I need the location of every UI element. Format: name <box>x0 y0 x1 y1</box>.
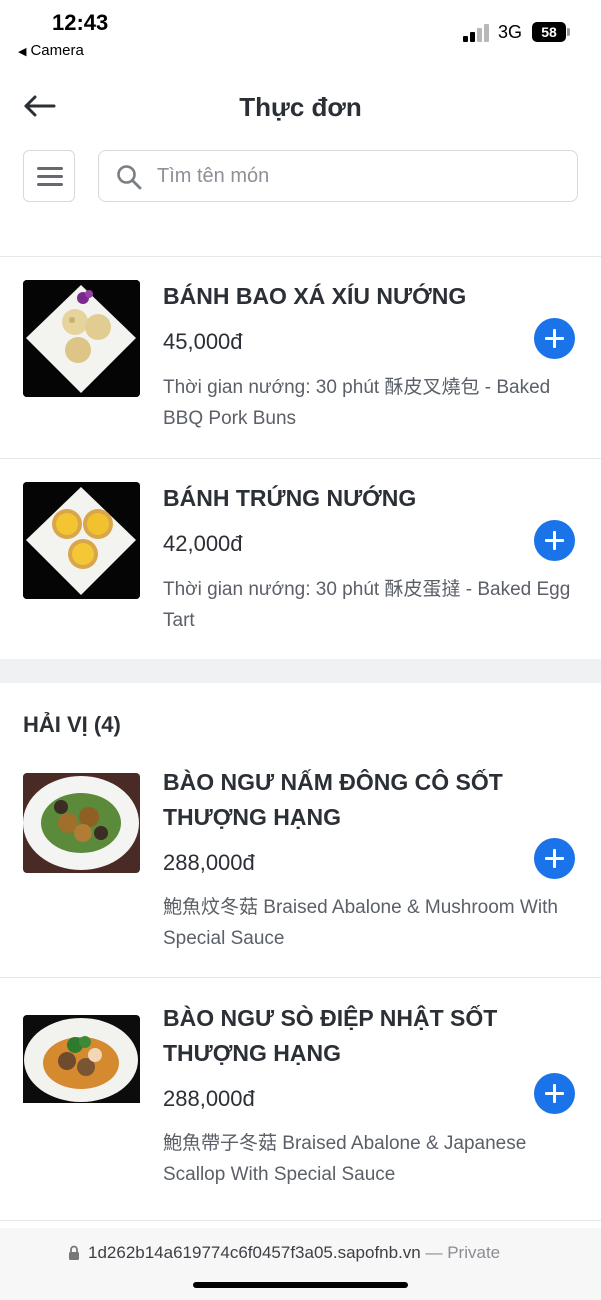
status-time: 12:43 <box>52 10 109 35</box>
back-triangle-icon: ◀ <box>18 46 27 58</box>
dish-name: BÁNH BAO XÁ XÍU NƯỚNG <box>163 283 467 309</box>
add-to-cart-button[interactable] <box>534 318 575 359</box>
dish-name: BÀO NGƯ NẤM ĐÔNG CÔ SỐT THƯỢNG HẠNG <box>163 769 503 830</box>
search-box[interactable] <box>98 150 578 202</box>
menu-item[interactable]: BÀO NGƯ SÒ ĐIỆP NHẬT SỐT THƯỢNG HẠNG 288… <box>0 978 601 1218</box>
dish-price: 288,000đ <box>163 850 255 875</box>
page-title: Thực đơn <box>239 92 362 122</box>
lock-icon <box>69 1245 79 1260</box>
add-to-cart-button[interactable] <box>534 838 575 879</box>
section-separator <box>0 659 601 683</box>
dish-description: Thời gian nướng: 30 phút 酥皮蛋撻 - Baked Eg… <box>163 579 571 631</box>
menu-item[interactable]: BÁNH BAO XÁ XÍU NƯỚNG 45,000đ Thời gian … <box>0 257 601 457</box>
dish-description: 鮑魚炆冬菇 Braised Abalone & Mushroom With Sp… <box>163 897 558 949</box>
url-domain: 1d262b14a619774c6f0457f3a05.sapofnb.vn <box>88 1243 421 1262</box>
app-header: Thực đơn <box>0 80 601 136</box>
dish-name: BÁNH TRỨNG NƯỚNG <box>163 485 417 511</box>
battery-level: 58 <box>541 24 557 40</box>
status-bar: 12:43 ◀ Camera 3G 58 <box>0 0 601 70</box>
section-title: HẢI VỊ (4) <box>23 712 121 737</box>
dish-image-egg-tart[interactable] <box>23 482 140 599</box>
dish-description: Thời gian nướng: 30 phút 酥皮叉燒包 - Baked B… <box>163 377 551 429</box>
add-to-cart-button[interactable] <box>534 1073 575 1114</box>
back-to-app-link[interactable]: ◀ Camera <box>18 42 84 59</box>
private-label: — Private <box>425 1243 501 1262</box>
dish-price: 42,000đ <box>163 531 243 556</box>
dish-image-abalone-scallop[interactable] <box>23 1015 140 1118</box>
menu-item[interactable]: BÁNH TRỨNG NƯỚNG 42,000đ Thời gian nướng… <box>0 459 601 659</box>
dish-price: 45,000đ <box>163 329 243 354</box>
dish-price: 288,000đ <box>163 1086 255 1111</box>
network-type: 3G <box>498 22 523 42</box>
back-app-label: Camera <box>30 42 84 59</box>
dish-description: 鮑魚帶子冬菇 Braised Abalone & Japanese Scallo… <box>163 1133 527 1185</box>
dish-name: BÀO NGƯ SÒ ĐIỆP NHẬT SỐT THƯỢNG HẠNG <box>163 1005 498 1066</box>
dish-image-abalone-mushroom[interactable] <box>23 773 140 873</box>
search-input[interactable] <box>157 153 557 199</box>
menu-item[interactable]: BÀO NGƯ NẤM ĐÔNG CÔ SỐT THƯỢNG HẠNG 288,… <box>0 758 601 976</box>
add-to-cart-button[interactable] <box>534 520 575 561</box>
url-text[interactable]: 1d262b14a619774c6f0457f3a05.sapofnb.vn —… <box>88 1243 500 1263</box>
dish-image-bbq-pork-buns[interactable] <box>23 280 140 397</box>
battery-icon: 58 <box>532 22 570 42</box>
browser-url-bar[interactable]: 1d262b14a619774c6f0457f3a05.sapofnb.vn —… <box>0 1228 601 1300</box>
hamburger-menu-icon <box>37 167 63 170</box>
divider <box>0 1220 601 1221</box>
home-indicator[interactable] <box>193 1282 408 1288</box>
cellular-signal-icon <box>463 24 493 42</box>
search-icon <box>117 165 142 190</box>
category-menu-button[interactable] <box>23 150 75 202</box>
